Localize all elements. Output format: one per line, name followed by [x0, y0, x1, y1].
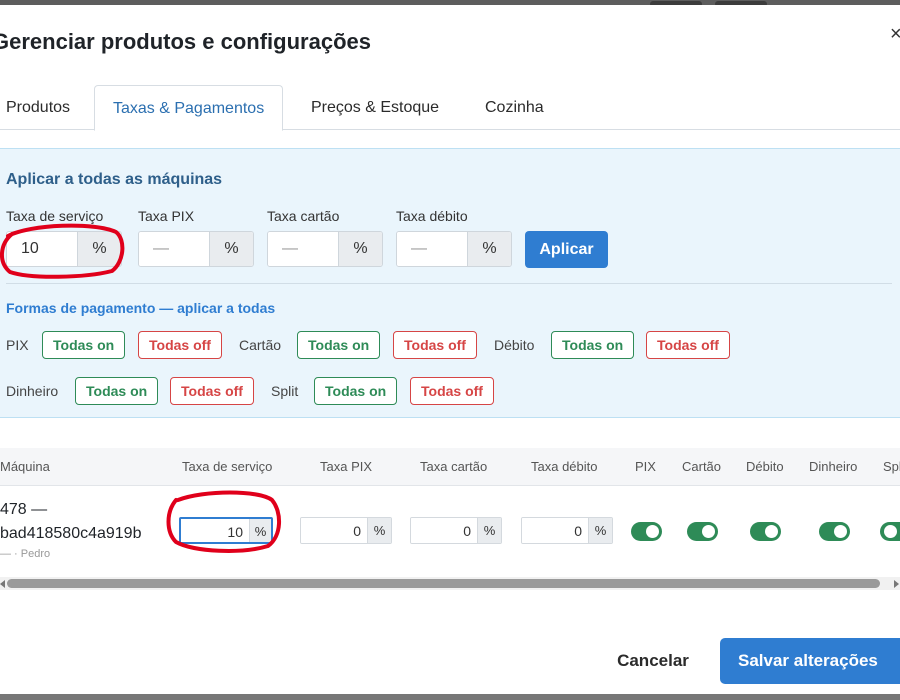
payment-label-dinheiro: Dinheiro [6, 383, 59, 399]
scroll-left-icon[interactable] [0, 580, 5, 588]
tab-bar: Produtos Taxas & Pagamentos Preços & Est… [0, 85, 900, 131]
row-pix-fee-group: % [300, 517, 392, 544]
dinheiro-toggle[interactable] [819, 522, 850, 541]
table-header: Máquina Taxa de serviço Taxa PIX Taxa ca… [0, 448, 900, 486]
percent-addon: % [338, 232, 382, 266]
service-fee-group: % [6, 231, 122, 267]
row-debit-fee-group: % [521, 517, 613, 544]
column-header: Cartão [682, 459, 722, 474]
pix-toggle[interactable] [631, 522, 662, 541]
payment-label-split: Split [271, 383, 299, 399]
background-app-strip [0, 694, 900, 700]
column-header: Dinheiro [809, 459, 858, 474]
debito-all-on-button[interactable]: Todas on [551, 331, 635, 359]
column-header: Débito [746, 459, 784, 474]
cartao-toggle[interactable] [687, 522, 718, 541]
save-changes-button[interactable]: Salvar alterações [720, 638, 900, 684]
payment-label-debito: Débito [494, 337, 535, 353]
percent-addon: % [77, 232, 121, 266]
horizontal-scrollbar-thumb[interactable] [7, 579, 880, 588]
row-debit-fee-input[interactable] [522, 518, 588, 543]
debit-fee-input[interactable] [397, 232, 467, 266]
tab-cozinha[interactable]: Cozinha [467, 85, 562, 130]
close-icon[interactable]: × [890, 23, 900, 46]
modal-dialog: Gerenciar produtos e configurações × Pro… [0, 5, 900, 695]
percent-addon: % [367, 518, 391, 543]
column-header: Taxa de serviço [182, 459, 273, 474]
apply-all-panel: Aplicar a todas as máquinas Taxa de serv… [0, 148, 900, 418]
split-all-on-button[interactable]: Todas on [314, 377, 398, 405]
pix-all-on-button[interactable]: Todas on [42, 331, 126, 359]
card-fee-input[interactable] [268, 232, 338, 266]
cartao-all-off-button[interactable]: Todas off [393, 331, 477, 359]
percent-addon: % [588, 518, 612, 543]
service-fee-label: Taxa de serviço [6, 208, 104, 224]
pix-fee-input[interactable] [139, 232, 209, 266]
payment-label-cartao: Cartão [239, 337, 282, 353]
percent-addon: % [249, 519, 271, 542]
column-header: Taxa débito [531, 459, 598, 474]
column-header: PIX [635, 459, 656, 474]
row-card-fee-group: % [410, 517, 502, 544]
machine-owner: — · Pedro [0, 548, 51, 560]
card-fee-group: % [267, 231, 383, 267]
debito-all-off-button[interactable]: Todas off [646, 331, 730, 359]
payment-label-pix: PIX [6, 337, 29, 353]
column-header: Split [883, 459, 900, 474]
percent-addon: % [467, 232, 511, 266]
tab-precos-estoque[interactable]: Preços & Estoque [293, 85, 457, 130]
dinheiro-all-off-button[interactable]: Todas off [170, 377, 254, 405]
service-fee-input[interactable] [7, 232, 77, 266]
percent-addon: % [209, 232, 253, 266]
row-card-fee-input[interactable] [411, 518, 477, 543]
payments-title: Formas de pagamento — aplicar a todas [6, 300, 276, 316]
machine-name: 478 — bad418580c4a919b [0, 498, 141, 546]
cancel-button[interactable]: Cancelar [598, 640, 708, 682]
row-service-fee-group: % [179, 517, 273, 544]
card-fee-label: Taxa cartão [267, 208, 340, 224]
modal-title: Gerenciar produtos e configurações [0, 29, 371, 54]
tab-produtos[interactable]: Produtos [0, 85, 88, 130]
apply-all-title: Aplicar a todas as máquinas [6, 171, 223, 188]
section-divider [6, 283, 892, 284]
split-all-off-button[interactable]: Todas off [410, 377, 494, 405]
tab-taxas-pagamentos[interactable]: Taxas & Pagamentos [94, 85, 284, 131]
machine-id: 478 — [0, 501, 48, 518]
dinheiro-all-on-button[interactable]: Todas on [75, 377, 159, 405]
machine-serial: bad418580c4a919b [0, 525, 142, 542]
percent-addon: % [477, 518, 501, 543]
column-header: Taxa PIX [320, 459, 373, 474]
split-toggle[interactable] [880, 522, 900, 541]
apply-button[interactable]: Aplicar [525, 231, 608, 268]
pix-all-off-button[interactable]: Todas off [138, 331, 222, 359]
pix-fee-label: Taxa PIX [138, 208, 195, 224]
pix-fee-group: % [138, 231, 254, 267]
scroll-right-icon[interactable] [894, 580, 899, 588]
column-header: Máquina [0, 459, 50, 474]
row-pix-fee-input[interactable] [301, 518, 367, 543]
cartao-all-on-button[interactable]: Todas on [297, 331, 381, 359]
debit-fee-label: Taxa débito [396, 208, 468, 224]
debit-fee-group: % [396, 231, 512, 267]
row-service-fee-input[interactable] [181, 519, 249, 542]
column-header: Taxa cartão [420, 459, 488, 474]
debito-toggle[interactable] [750, 522, 781, 541]
